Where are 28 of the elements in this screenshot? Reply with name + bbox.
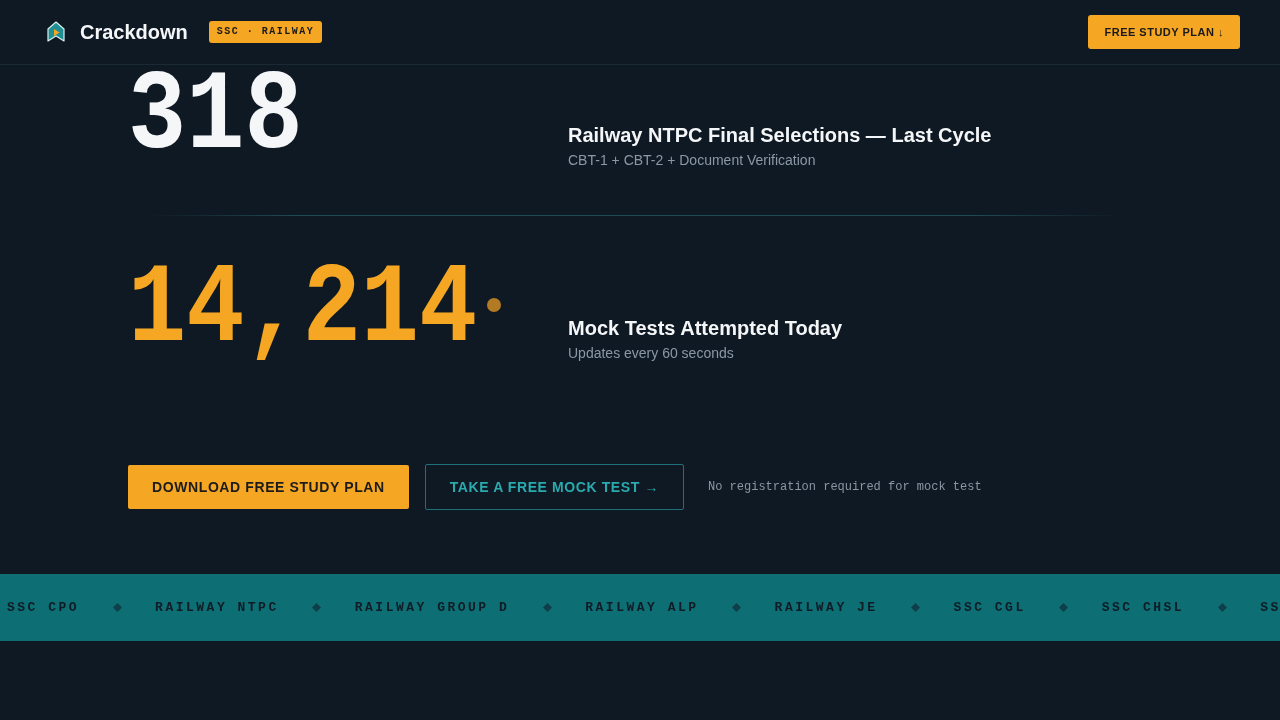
ticker-item: SSC CPO	[7, 600, 80, 615]
diamond-icon	[312, 603, 322, 612]
diamond-icon	[112, 603, 122, 612]
exam-badge: SSC · RAILWAY	[208, 21, 323, 43]
ticker-item: SSC CHSL	[1101, 600, 1185, 615]
ticker-item: RAILWAY ALP	[585, 600, 699, 615]
stat-number: 14,214	[128, 262, 478, 358]
download-button[interactable]: DOWNLOAD FREE STUDY PLAN	[128, 465, 409, 509]
stat-subtitle: Updates every 60 seconds	[568, 344, 735, 362]
stat-title: Mock Tests Attempted Today	[568, 316, 843, 341]
ticker-item: SS	[1260, 600, 1280, 615]
stat-title: Railway NTPC Final Selections — Last Cycle	[568, 123, 992, 148]
brand-name: Crackdown	[80, 20, 188, 44]
mock-test-button[interactable]: TAKE A FREE MOCK TEST →	[424, 464, 684, 510]
diamond-icon	[732, 603, 742, 612]
diamond-icon	[911, 603, 921, 612]
ticker-item: RAILWAY GROUP D	[354, 600, 510, 615]
logo-icon	[47, 21, 65, 43]
diamond-icon	[542, 603, 552, 612]
ticker-item: RAILWAY NTPC	[155, 600, 279, 615]
ticker-item: RAILWAY JE	[774, 600, 878, 615]
diamond-icon	[1059, 603, 1069, 612]
stat-subtitle: CBT-1 + CBT-2 + Document Verification	[568, 151, 817, 169]
study-plan-button[interactable]: FREE STUDY PLAN ↓	[1088, 15, 1240, 49]
stat-number: 318	[128, 69, 303, 165]
diamond-icon	[1217, 603, 1227, 612]
ticker-item: SSC CGL	[953, 600, 1026, 615]
registration-note: No registration required for mock test	[708, 480, 982, 494]
